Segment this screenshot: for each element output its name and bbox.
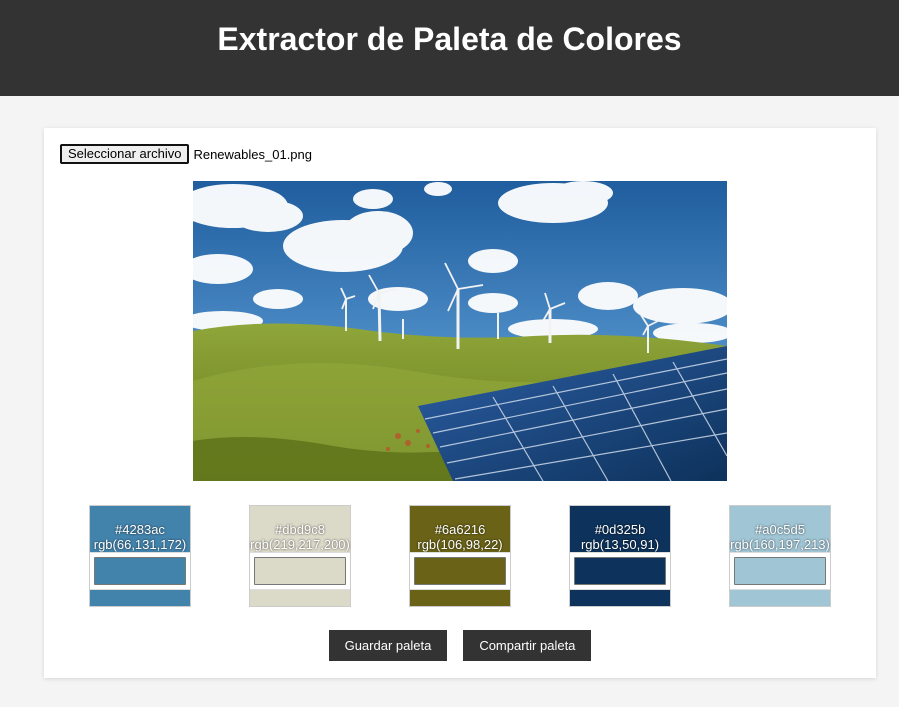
landscape-image (193, 181, 727, 481)
color-swatch[interactable]: #4283ac rgb(66,131,172) (89, 505, 191, 607)
swatch-rgb: rgb(160,197,213) (730, 537, 830, 552)
color-picker[interactable] (90, 552, 190, 590)
swatch-hex: #0d325b (594, 522, 646, 537)
color-palette: #4283ac rgb(66,131,172) #dbd9c8 rgb(219,… (89, 505, 831, 607)
image-preview (193, 181, 727, 481)
color-picker[interactable] (570, 552, 670, 590)
color-swatch[interactable]: #dbd9c8 rgb(219,217,200) (249, 505, 351, 607)
color-swatch[interactable]: #6a6216 rgb(106,98,22) (409, 505, 511, 607)
file-input: Seleccionar archivo Renewables_01.png (60, 144, 312, 164)
main-card: Seleccionar archivo Renewables_01.png #4… (44, 128, 876, 678)
choose-file-button[interactable]: Seleccionar archivo (60, 144, 190, 164)
swatch-rgb: rgb(219,217,200) (250, 537, 350, 552)
color-picker[interactable] (410, 552, 510, 590)
color-picker[interactable] (730, 552, 830, 590)
selected-file-name: Renewables_01.png (193, 146, 312, 162)
app-header: Extractor de Paleta de Colores (0, 0, 899, 96)
color-swatch[interactable]: #0d325b rgb(13,50,91) (569, 505, 671, 607)
swatch-hex: #dbd9c8 (275, 522, 325, 537)
color-swatch[interactable]: #a0c5d5 rgb(160,197,213) (729, 505, 831, 607)
share-palette-button[interactable]: Compartir paleta (463, 630, 592, 661)
swatch-hex: #4283ac (115, 522, 165, 537)
swatch-hex: #a0c5d5 (755, 522, 805, 537)
swatch-rgb: rgb(66,131,172) (93, 537, 187, 552)
swatch-rgb: rgb(13,50,91) (580, 537, 660, 552)
swatch-rgb: rgb(106,98,22) (417, 537, 503, 552)
swatch-hex: #6a6216 (434, 522, 486, 537)
save-palette-button[interactable]: Guardar paleta (328, 630, 448, 661)
palette-actions: Guardar paleta Compartir paleta (44, 630, 876, 661)
page-title: Extractor de Paleta de Colores (217, 20, 682, 57)
color-picker[interactable] (250, 552, 350, 590)
